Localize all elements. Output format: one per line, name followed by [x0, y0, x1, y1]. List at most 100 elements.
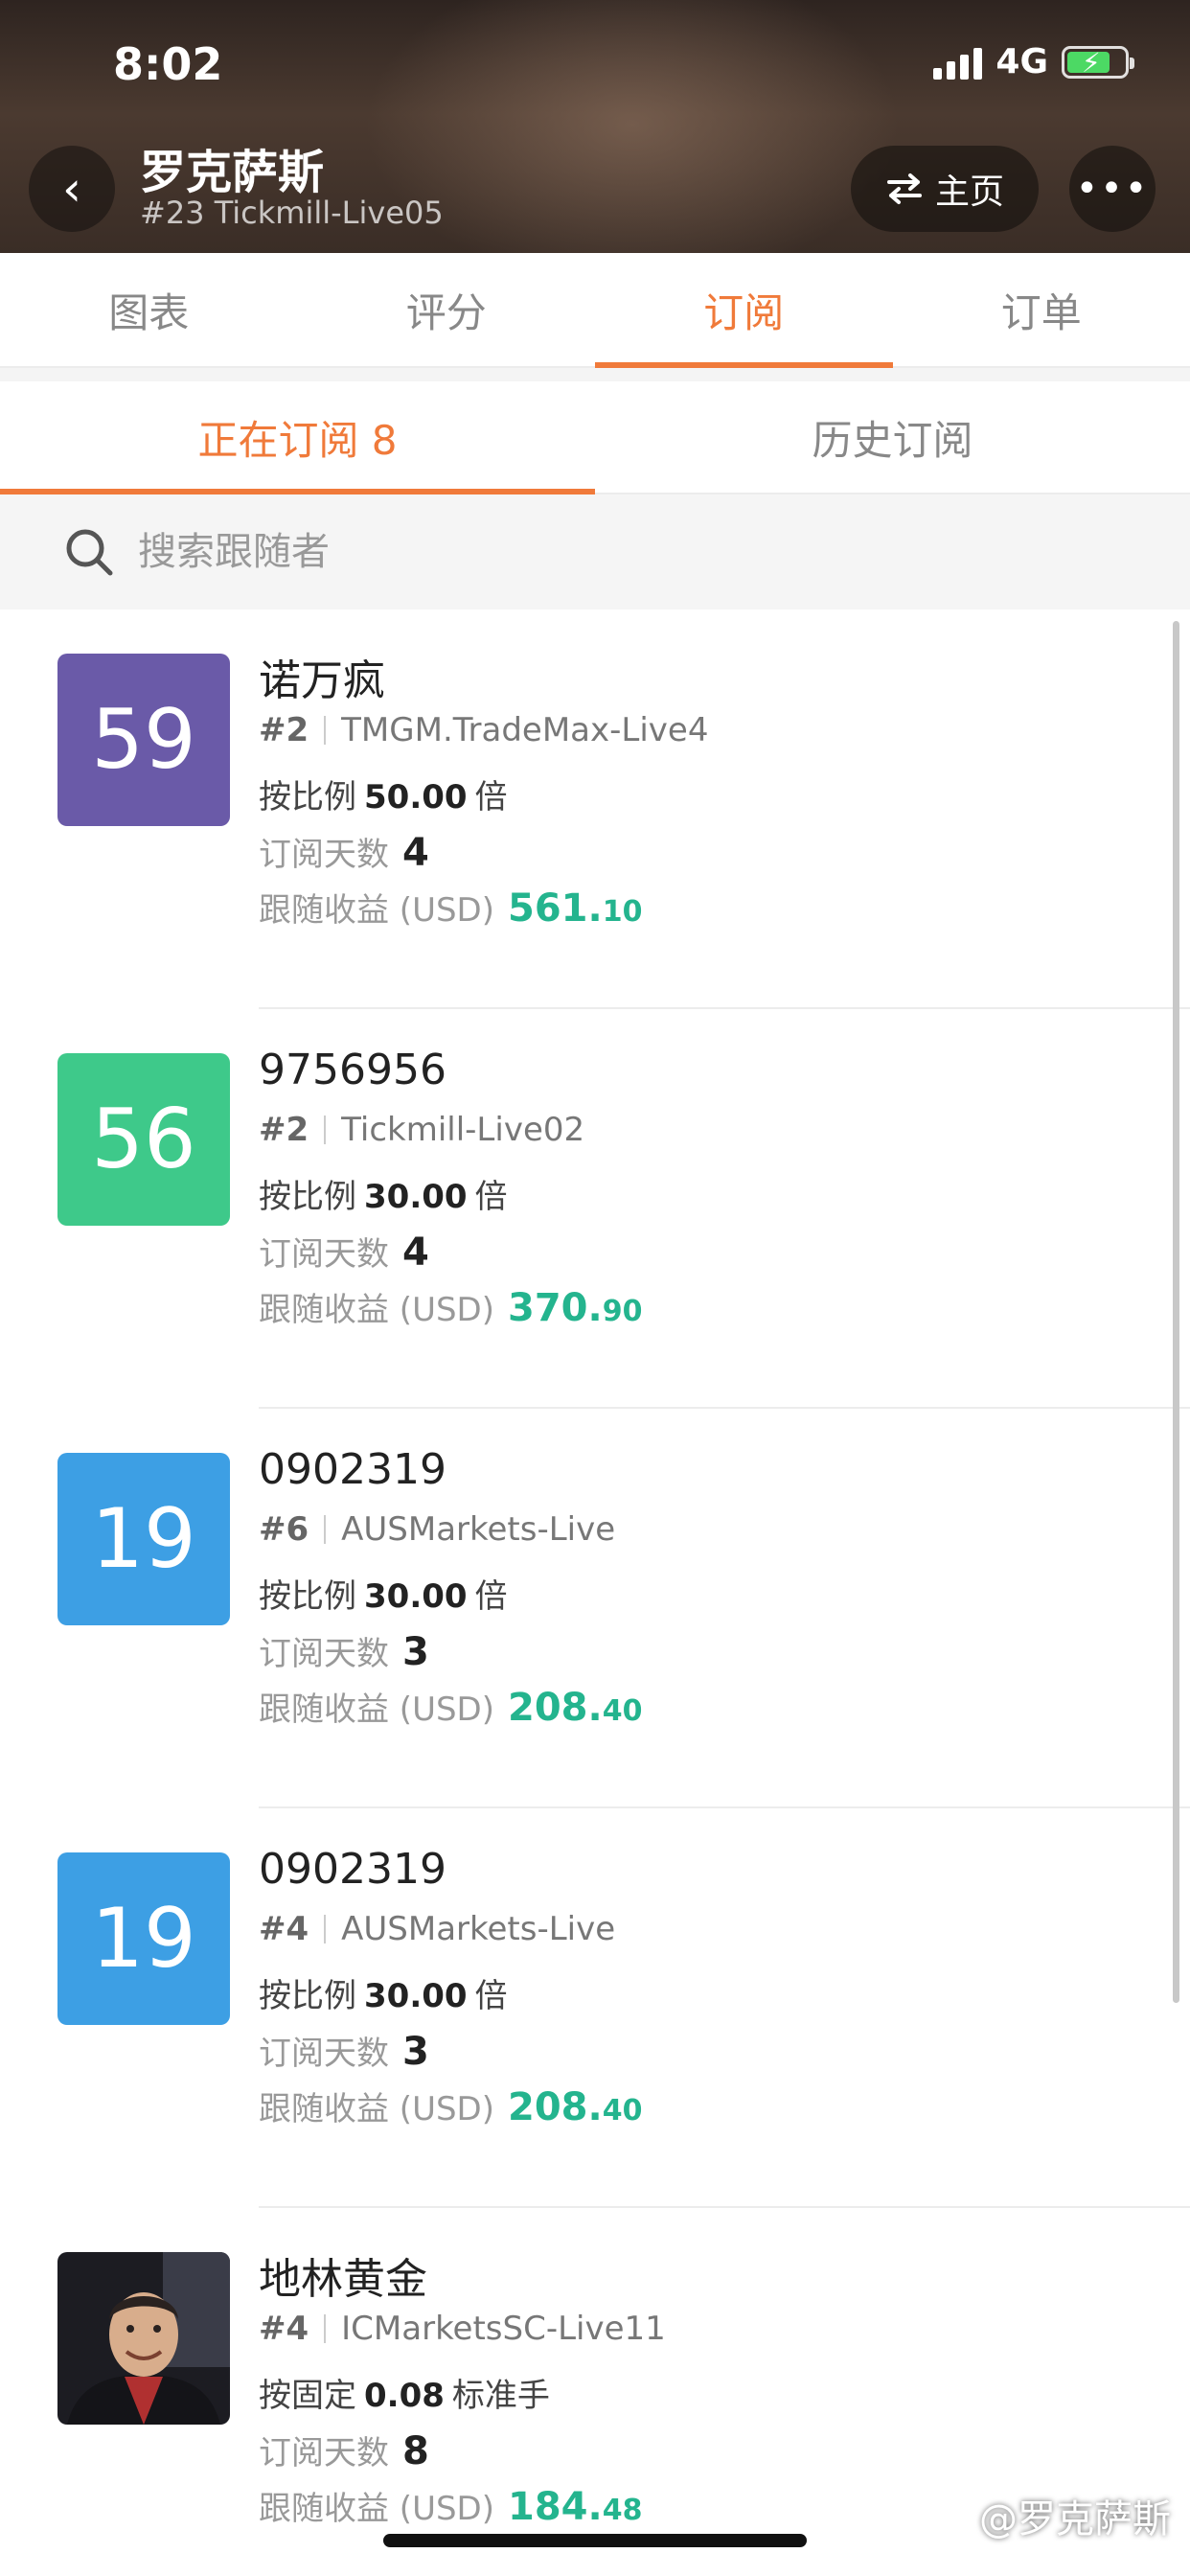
account-server: AUSMarkets-Live	[341, 1910, 616, 1948]
home-button-label: 主页	[934, 172, 1004, 212]
days-value: 4	[402, 831, 429, 875]
subscriber-account: #2 Tickmill-Live02	[259, 1111, 584, 1149]
account-rank: #2	[259, 1111, 309, 1149]
follow-profit: 跟随收益 (USD) 370.90	[259, 1283, 642, 1330]
days-value: 3	[402, 1630, 429, 1674]
profit-label: 跟随收益 (USD)	[259, 2090, 494, 2128]
account-rank: #4	[259, 1910, 309, 1948]
days-label: 订阅天数	[259, 2035, 389, 2073]
subscriber-account: #2 TMGM.TradeMax-Live4	[259, 711, 708, 749]
subscriber-list: 59 诺万疯 #2 TMGM.TradeMax-Live4 按比例 50.00 倍 …	[0, 610, 1190, 2576]
separator	[324, 716, 327, 745]
separator	[324, 1515, 327, 1544]
profit-decimal: 10	[602, 895, 643, 929]
back-button[interactable]: ‹	[29, 146, 115, 232]
profit-integer: 370.	[508, 1286, 603, 1330]
trader-header: 8:02 4G ⚡ ‹ 罗克萨斯 #23 Tickmill-Live05 主页 …	[0, 0, 1190, 253]
list-item[interactable]: 56 9756956 #2 Tickmill-Live02 按比例 30.00 倍 …	[0, 1009, 1190, 1409]
follow-profit: 跟随收益 (USD) 184.48	[259, 2482, 642, 2529]
account-server: Tickmill-Live02	[341, 1111, 585, 1149]
ratio-value: 0.08	[364, 2377, 445, 2415]
profit-label: 跟随收益 (USD)	[259, 1291, 494, 1329]
home-button[interactable]: 主页	[851, 146, 1039, 232]
profit-decimal: 40	[602, 2094, 643, 2128]
ratio-prefix: 按比例	[259, 1178, 356, 1216]
profit-decimal: 90	[602, 1295, 643, 1328]
score-badge: 59	[57, 654, 230, 826]
copy-ratio: 按比例 30.00 倍	[259, 1969, 508, 2016]
avatar	[57, 2252, 230, 2425]
chevron-left-icon: ‹	[62, 161, 81, 217]
search-bar	[0, 494, 1190, 610]
account-server: ICMarketsSC-Live11	[341, 2310, 666, 2348]
sub-tabs: 正在订阅 8 历史订阅	[0, 381, 1190, 494]
subscriber-account: #4 ICMarketsSC-Live11	[259, 2310, 666, 2348]
tab-history-subscriptions[interactable]: 历史订阅	[595, 381, 1190, 493]
subscription-days: 订阅天数 4	[259, 828, 429, 875]
more-dots-icon: •••	[1075, 167, 1150, 211]
trader-account: #23 Tickmill-Live05	[140, 195, 444, 231]
ratio-prefix: 按比例	[259, 778, 356, 816]
tab-active-subscriptions[interactable]: 正在订阅 8	[0, 381, 595, 494]
days-label: 订阅天数	[259, 836, 389, 874]
subscriber-name: 0902319	[259, 1445, 446, 1494]
separator	[324, 1116, 327, 1144]
profit-label: 跟随收益 (USD)	[259, 1690, 494, 1729]
profit-decimal: 40	[602, 1694, 643, 1728]
follow-profit: 跟随收益 (USD) 208.40	[259, 1683, 642, 1730]
subscription-days: 订阅天数 3	[259, 2027, 429, 2074]
search-icon	[66, 529, 113, 576]
ratio-prefix: 按固定	[259, 2377, 356, 2415]
tab-chart[interactable]: 图表	[0, 253, 298, 366]
subscriber-account: #4 AUSMarkets-Live	[259, 1910, 615, 1948]
account-rank: #4	[259, 2310, 309, 2348]
subscription-days: 订阅天数 4	[259, 1228, 429, 1275]
profit-integer: 561.	[508, 886, 603, 931]
days-label: 订阅天数	[259, 1235, 389, 1274]
separator	[324, 2314, 327, 2343]
ratio-value: 30.00	[364, 1577, 468, 1616]
search-input[interactable]	[136, 529, 1002, 575]
section-gap	[0, 368, 1190, 381]
status-indicators: 4G ⚡	[933, 42, 1134, 81]
account-rank: #2	[259, 711, 309, 749]
list-item[interactable]: 59 诺万疯 #2 TMGM.TradeMax-Live4 按比例 50.00 倍 …	[0, 610, 1190, 1009]
copy-ratio: 按比例 50.00 倍	[259, 770, 508, 817]
profit-integer: 208.	[508, 1686, 603, 1730]
list-item[interactable]: 19 0902319 #6 AUSMarkets-Live 按比例 30.00 倍 …	[0, 1409, 1190, 1808]
battery-icon: ⚡	[1062, 45, 1134, 79]
watermark: @罗克萨斯	[979, 2497, 1171, 2542]
subscriber-name: 地林黄金	[259, 2255, 427, 2304]
follow-profit: 跟随收益 (USD) 561.10	[259, 884, 642, 931]
subscription-days: 订阅天数 8	[259, 2426, 429, 2473]
account-server: TMGM.TradeMax-Live4	[341, 711, 709, 749]
ratio-suffix: 标准手	[451, 2377, 550, 2415]
days-value: 3	[402, 2030, 429, 2074]
subscriber-account: #6 AUSMarkets-Live	[259, 1510, 615, 1549]
ratio-suffix: 倍	[474, 1577, 508, 1616]
days-value: 8	[402, 2429, 429, 2473]
subscriber-name: 0902319	[259, 1845, 446, 1894]
network-type: 4G	[995, 42, 1048, 81]
tab-rating[interactable]: 评分	[298, 253, 596, 366]
more-button[interactable]: •••	[1069, 146, 1156, 232]
list-item[interactable]: 19 0902319 #4 AUSMarkets-Live 按比例 30.00 倍 …	[0, 1808, 1190, 2208]
profit-label: 跟随收益 (USD)	[259, 891, 494, 930]
tab-subscriptions[interactable]: 订阅	[595, 253, 893, 368]
trader-name: 罗克萨斯	[140, 146, 325, 199]
account-rank: #6	[259, 1510, 309, 1549]
ratio-value: 50.00	[364, 778, 468, 816]
main-tabs: 图表 评分 订阅 订单	[0, 253, 1190, 368]
swap-icon	[886, 173, 922, 204]
separator	[324, 1915, 327, 1944]
home-indicator[interactable]	[383, 2534, 807, 2547]
signal-icon	[933, 45, 983, 80]
profit-integer: 208.	[508, 2085, 603, 2129]
score-badge: 56	[57, 1053, 230, 1226]
scrollbar[interactable]	[1173, 621, 1179, 2003]
tab-orders[interactable]: 订单	[893, 253, 1190, 366]
profit-label: 跟随收益 (USD)	[259, 2490, 494, 2528]
copy-ratio: 按比例 30.00 倍	[259, 1570, 508, 1617]
ratio-value: 30.00	[364, 1977, 468, 2015]
status-time: 8:02	[113, 38, 223, 90]
